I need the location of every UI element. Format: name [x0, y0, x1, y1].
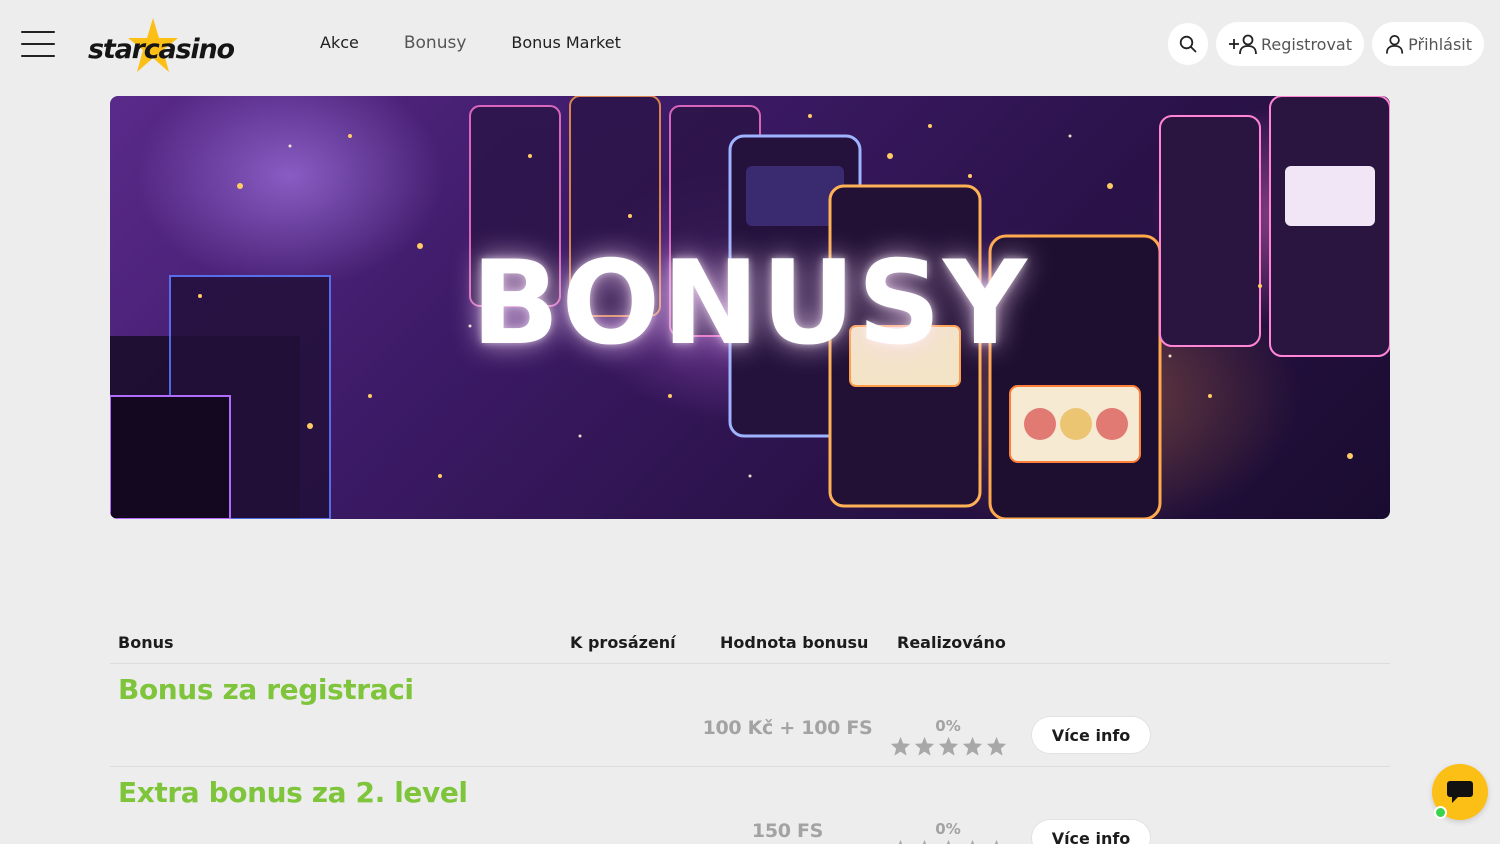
more-info-button[interactable]: Více info — [1031, 819, 1151, 844]
hero-banner: BONUSY — [110, 96, 1390, 519]
bonus-value: 150 FS — [751, 820, 824, 842]
online-status-dot — [1434, 806, 1447, 819]
star-icon — [986, 736, 1006, 756]
star-icon — [970, 839, 974, 844]
menu-hamburger-icon[interactable] — [21, 30, 55, 58]
star-icon — [962, 736, 982, 756]
column-header-bonus: Bonus — [118, 633, 174, 652]
star-icon — [938, 736, 958, 756]
star-icon — [922, 839, 926, 844]
chat-bubble-icon — [1447, 781, 1473, 803]
add-user-icon — [1228, 34, 1257, 55]
rating-stars — [886, 736, 1010, 756]
bonus-title[interactable]: Bonus za registraci — [118, 673, 414, 706]
register-label: Registrovat — [1260, 34, 1352, 54]
column-header-realized: Realizováno — [897, 633, 1006, 652]
logo-text: starcasino — [88, 34, 235, 65]
user-icon — [1386, 34, 1404, 54]
nav-item-bonusy[interactable]: Bonusy — [404, 33, 467, 53]
nav-item-bonus-market[interactable]: Bonus Market — [511, 33, 620, 53]
site-header: starcasino Akce Bonusy Bonus Market Regi… — [0, 0, 1500, 88]
realized-percent: 0% — [935, 820, 961, 838]
star-icon — [898, 839, 902, 844]
search-icon — [1179, 35, 1197, 53]
star-icon — [994, 839, 998, 844]
more-info-button[interactable]: Více info — [1031, 716, 1151, 754]
nav-item-akce[interactable]: Akce — [320, 33, 359, 53]
bonus-title[interactable]: Extra bonus za 2. level — [118, 776, 468, 809]
login-button[interactable]: Přihlásit — [1372, 22, 1484, 66]
star-icon — [914, 736, 934, 756]
realized-percent: 0% — [935, 717, 961, 735]
column-header-value: Hodnota bonusu — [720, 633, 869, 652]
starcasino-logo[interactable]: starcasino — [88, 16, 270, 74]
column-header-wagering: K prosázení — [570, 633, 676, 652]
table-row: Extra bonus za 2. level 150 FS 0% Více i… — [110, 767, 1390, 844]
bonus-table: Bonus K prosázení Hodnota bonusu Realizo… — [110, 620, 1390, 844]
bonus-value: 100 Kč + 100 FS — [702, 717, 873, 739]
table-header: Bonus K prosázení Hodnota bonusu Realizo… — [110, 620, 1390, 664]
register-button[interactable]: Registrovat — [1216, 22, 1364, 66]
login-label: Přihlásit — [1408, 34, 1472, 54]
rating-stars — [886, 839, 1010, 844]
star-icon — [946, 839, 950, 844]
hero-title: BONUSY — [471, 236, 1029, 371]
table-row: Bonus za registraci 100 Kč + 100 FS 0% V… — [110, 664, 1390, 767]
search-button[interactable] — [1168, 23, 1208, 65]
main-nav: Akce Bonusy Bonus Market — [320, 33, 666, 53]
star-icon — [890, 736, 910, 756]
